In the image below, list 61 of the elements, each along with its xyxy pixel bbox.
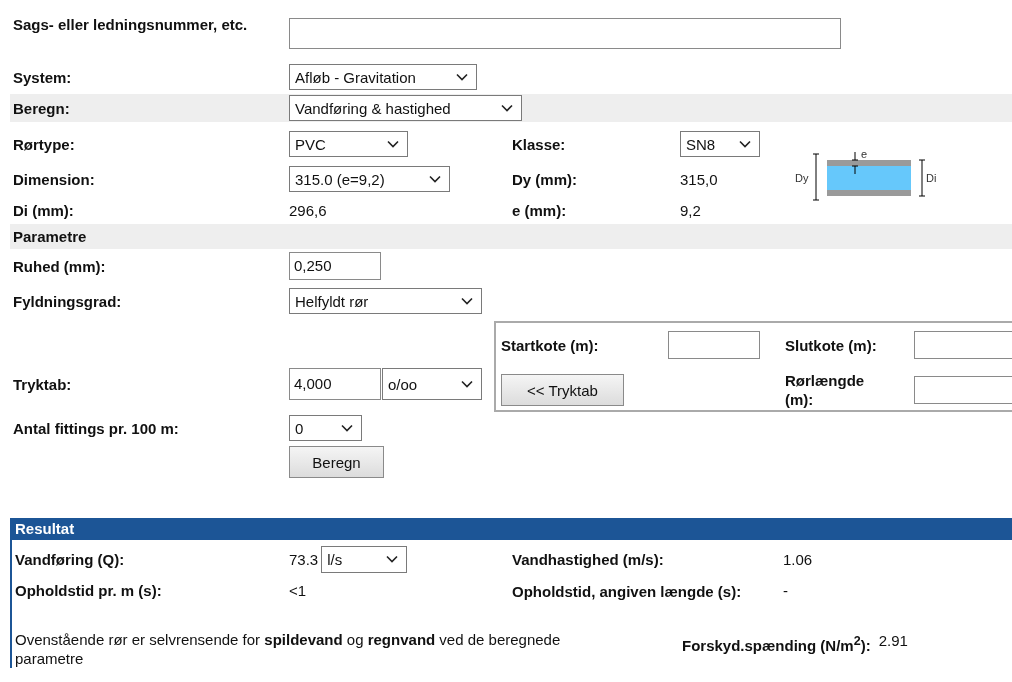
start-level-field[interactable] (668, 331, 760, 359)
residence-time-length-value: - (783, 581, 789, 599)
shear-stress-value: 2.91 (878, 631, 908, 649)
flow-unit-dropdown[interactable]: l/s (321, 545, 408, 573)
flow-label: Vandføring (Q): (15, 550, 126, 568)
chevron-icon (387, 140, 399, 148)
start-level-label: Startkote (m): (501, 336, 600, 354)
class-dropdown[interactable]: SN8 (680, 131, 760, 157)
residence-time-length-label: Opholdstid, angiven længde (s): (512, 582, 743, 601)
case-number-field[interactable] (289, 18, 841, 49)
velocity-label: Vandhastighed (m/s): (512, 550, 665, 568)
calc-dropdown[interactable]: Vandføring & hastighed (289, 95, 522, 121)
flow-value: 73.3 (289, 550, 319, 568)
dimension-dropdown[interactable]: 315.0 (e=9,2) (289, 166, 450, 192)
dimension-label: Dimension: (13, 170, 96, 188)
inner-diameter-label: Di (mm): (13, 201, 75, 219)
calculate-button[interactable]: Beregn (289, 446, 384, 478)
roughness-field[interactable]: 0,250 (289, 252, 381, 280)
fittings-label: Antal fittings pr. 100 m: (13, 419, 180, 437)
residence-time-value: <1 (289, 581, 308, 599)
system-label: System: (13, 68, 73, 86)
shear-stress-label: Forskyd.spænding (N/m$^{2}$): (682, 633, 871, 654)
chevron-icon (386, 555, 399, 563)
residence-time-label: Opholdstid pr. m (s): (15, 581, 163, 599)
outer-diameter-value: 315,0 (680, 170, 719, 188)
wall-thickness-value: 9,2 (680, 201, 702, 219)
calc-label: Beregn: (13, 99, 71, 117)
end-level-field[interactable] (914, 331, 1012, 359)
pipe-type-dropdown[interactable]: PVC (289, 131, 408, 157)
parameters-heading: Parametre (13, 228, 88, 245)
end-level-label: Slutkote (m): (785, 336, 878, 354)
pipe-type-label: Rørtype: (13, 135, 76, 153)
chevron-icon (739, 140, 751, 148)
chevron-icon (341, 424, 353, 432)
outer-diameter-label: Dy (mm): (512, 170, 578, 188)
pressure-loss-field[interactable]: 4,000 (289, 368, 381, 400)
chevron-icon (501, 104, 513, 112)
case-number-label: Sags- eller ledningsnummer, etc. (13, 15, 249, 34)
fittings-dropdown[interactable]: 0 (289, 415, 362, 441)
system-dropdown[interactable]: Afløb - Gravitation (289, 64, 477, 90)
result-heading: Resultat (12, 518, 1012, 540)
chevron-icon (461, 297, 473, 305)
wall-thickness-label: e (mm): (512, 201, 568, 219)
filling-label: Fyldningsgrad: (13, 292, 123, 310)
e-label: e (861, 150, 868, 160)
inner-diameter-value: 296,6 (289, 201, 328, 219)
chevron-icon (461, 380, 473, 388)
di-label: Di (926, 172, 937, 184)
self-cleaning-note: Ovenstående rør er selvrensende for spildevand og regnvand ved de beregnede parametre (15, 630, 562, 668)
unit-dropdown[interactable]: o/oo (382, 368, 482, 400)
dy-label: Dy (795, 172, 809, 184)
class-label: Klasse: (512, 135, 567, 153)
pipe-length-label: Rørlængde (m): (785, 371, 866, 409)
velocity-value: 1.06 (783, 550, 814, 568)
pipe-length-field[interactable] (914, 376, 1012, 404)
pressure-loss-label: Tryktab: (13, 375, 73, 393)
filling-dropdown[interactable]: Helfyldt rør (289, 288, 482, 314)
pressure-loss-button[interactable]: << Tryktab (501, 374, 624, 406)
chevron-icon (456, 73, 468, 81)
chevron-icon (429, 175, 441, 183)
roughness-label: Ruhed (mm): (13, 257, 107, 275)
